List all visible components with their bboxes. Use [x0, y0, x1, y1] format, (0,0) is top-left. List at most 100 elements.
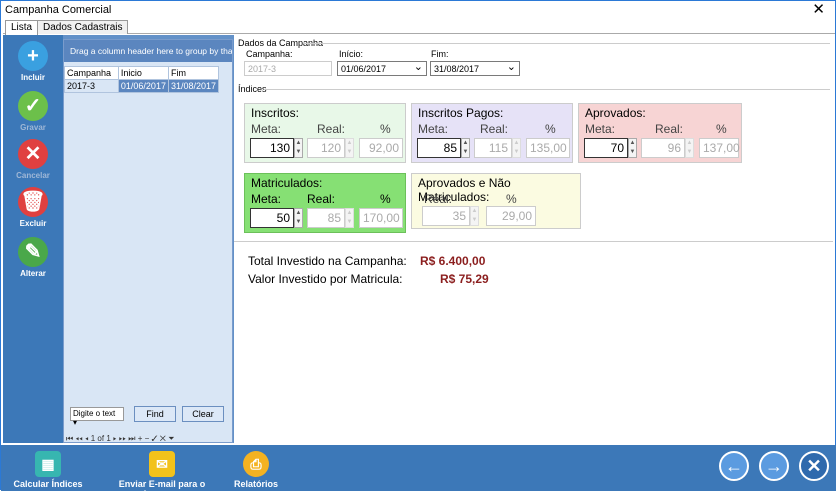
- gravar-label: Gravar: [20, 123, 46, 132]
- next-arrow-icon[interactable]: →: [759, 451, 789, 481]
- cell-campanha[interactable]: 2017-3: [64, 79, 119, 93]
- group-panel[interactable]: Drag a column header here to group by th…: [64, 40, 232, 62]
- excluir-button[interactable]: 🗑 Excluir: [3, 187, 63, 228]
- tab-strip: Lista Dados Cadastrais: [3, 20, 835, 35]
- pagos-real-label: Real:: [480, 122, 509, 136]
- cancelar-button[interactable]: ✕ Cancelar: [3, 139, 63, 180]
- campaign-grid: Drag a column header here to group by th…: [63, 39, 233, 443]
- aprovados-title: Aprovados:: [585, 106, 646, 120]
- clear-button[interactable]: Clear: [182, 406, 224, 422]
- window-title: Campanha Comercial: [5, 4, 112, 16]
- matriculados-real-label: Real:: [307, 192, 336, 206]
- enviar-email-button[interactable]: ✉ Enviar E-mail para o Assessor: [103, 451, 221, 499]
- col-fim[interactable]: Fim: [167, 66, 220, 80]
- aprovados-pct-label: %: [716, 122, 727, 136]
- pagos-pct-field: 135,00: [526, 138, 570, 158]
- tab-dados-cadastrais[interactable]: Dados Cadastrais: [37, 20, 129, 34]
- inscritos-pct-label: %: [380, 122, 391, 136]
- calcular-label: Calcular Índices: [13, 479, 83, 489]
- nao-matriculados-pct-label: %: [506, 192, 517, 206]
- aprovados-meta-spinner[interactable]: ▲ ▼: [628, 138, 637, 158]
- previous-arrow-icon[interactable]: ←: [719, 451, 749, 481]
- col-inicio[interactable]: Inicio: [117, 66, 169, 80]
- aprovados-real-spinner: ▲ ▼: [685, 138, 694, 158]
- main-body: + Incluir ✓ Gravar ✕ Cancelar 🗑 Excluir …: [3, 35, 833, 443]
- inscritos-meta-spinner[interactable]: ▲ ▼: [294, 138, 303, 158]
- pagos-meta-spinner[interactable]: ▲ ▼: [461, 138, 470, 158]
- matriculados-pct-label: %: [380, 192, 391, 206]
- bottom-toolbar: ▦ Calcular Índices ✉ Enviar E-mail para …: [1, 445, 836, 499]
- pagos-real-input: 115: [474, 138, 512, 158]
- alterar-button[interactable]: ✎ Alterar: [3, 237, 63, 278]
- valor-matricula-label: Valor Investido por Matricula:: [248, 272, 403, 286]
- inicio-date-field[interactable]: 01/06/2017: [337, 60, 427, 76]
- aprovados-pct-field: 137,00: [699, 138, 740, 158]
- left-toolbar: + Incluir ✓ Gravar ✕ Cancelar 🗑 Excluir …: [3, 35, 63, 443]
- nao-matriculados-real-spinner: ▲ ▼: [470, 206, 479, 226]
- aprovados-meta-label: Meta:: [585, 122, 616, 136]
- printer-icon: ⎙: [243, 451, 269, 477]
- inscritos-pct-field: 92,00: [359, 138, 403, 158]
- pagos-meta-input[interactable]: 85: [417, 138, 461, 158]
- campanha-field[interactable]: 2017-3: [244, 61, 332, 76]
- matriculados-real-spinner: ▲ ▼: [345, 208, 354, 228]
- calcular-indices-button[interactable]: ▦ Calcular Índices: [5, 451, 91, 489]
- pagos-box: Inscritos Pagos: Meta: Real: % 85 ▲ ▼ 115…: [411, 103, 573, 163]
- total-invest-label: Total Investido na Campanha:: [248, 254, 407, 268]
- cell-fim[interactable]: 31/08/2017: [167, 79, 220, 93]
- table-row[interactable]: 2017-3 01/06/2017 31/08/2017: [64, 79, 220, 93]
- nao-matriculados-pct-field: 29,00: [486, 206, 536, 226]
- relatorios-button[interactable]: ⎙ Relatórios: [229, 451, 283, 489]
- inscritos-box: Inscritos: Meta: Real: % 130 ▲ ▼ 120 ▲ ▼ 9…: [244, 103, 406, 163]
- cancelar-label: Cancelar: [16, 171, 50, 180]
- incluir-button[interactable]: + Incluir: [3, 41, 63, 82]
- search-select[interactable]: Digite o text ▾: [70, 407, 124, 427]
- campanha-label: Campanha:: [246, 49, 293, 59]
- pagos-meta-label: Meta:: [418, 122, 449, 136]
- close-circle-icon[interactable]: ✕: [799, 451, 829, 481]
- find-button[interactable]: Find: [134, 406, 176, 422]
- alterar-label: Alterar: [20, 269, 46, 278]
- inscritos-real-label: Real:: [317, 122, 346, 136]
- matriculados-meta-label: Meta:: [251, 192, 282, 206]
- matriculados-meta-spinner[interactable]: ▲ ▼: [294, 208, 303, 228]
- check-icon: ✓: [18, 91, 48, 121]
- tab-lista[interactable]: Lista: [5, 20, 39, 35]
- nao-matriculados-box: Aprovados e Não Matriculados: Real: % 35…: [411, 173, 581, 229]
- total-invest-value: R$ 6.400,00: [420, 254, 486, 268]
- search-placeholder: Digite o text: [73, 409, 116, 418]
- col-campanha[interactable]: Campanha: [64, 66, 119, 80]
- aprovados-meta-input[interactable]: 70: [584, 138, 628, 158]
- relatorios-label: Relatórios: [233, 479, 278, 489]
- aprovados-box: Aprovados: Meta: Real: % 70 ▲ ▼ 96 ▲ ▼ 137…: [578, 103, 742, 163]
- pagos-pct-label: %: [545, 122, 556, 136]
- inscritos-meta-input[interactable]: 130: [250, 138, 294, 158]
- valor-matricula-value: R$ 75,29: [440, 272, 489, 286]
- calculator-icon: ▦: [35, 451, 61, 477]
- envelope-icon: ✉: [149, 451, 175, 477]
- main-window: Campanha Comercial ✕ Lista Dados Cadastr…: [0, 0, 836, 499]
- matriculados-meta-input[interactable]: 50: [250, 208, 294, 228]
- incluir-label: Incluir: [20, 73, 45, 82]
- email-label: Enviar E-mail para o Assessor: [118, 479, 206, 499]
- inscritos-real-input: 120: [307, 138, 345, 158]
- pencil-icon: ✎: [18, 237, 48, 267]
- inicio-label: Início:: [339, 49, 364, 59]
- matriculados-box: Matriculados: Meta: Real: % 50 ▲ ▼ 85 ▲ ▼ …: [244, 173, 406, 233]
- inscritos-title: Inscritos:: [251, 106, 300, 120]
- cell-inicio[interactable]: 01/06/2017: [117, 79, 169, 93]
- gravar-button[interactable]: ✓ Gravar: [3, 91, 63, 132]
- indices-group-title: Índices: [238, 84, 267, 94]
- pager-label: 1 of 1: [90, 434, 111, 443]
- matriculados-title: Matriculados:: [251, 176, 323, 190]
- pagos-title: Inscritos Pagos:: [418, 106, 504, 120]
- nao-matriculados-real-input: 35: [422, 206, 470, 226]
- close-window-icon[interactable]: ✕: [812, 1, 825, 19]
- matriculados-pct-field: 170,00: [359, 208, 403, 228]
- pagos-real-spinner: ▲ ▼: [512, 138, 521, 158]
- fim-date-field[interactable]: 31/08/2017: [430, 60, 520, 76]
- trash-icon: 🗑: [18, 187, 48, 217]
- fim-label: Fim:: [431, 49, 449, 59]
- excluir-label: Excluir: [19, 219, 47, 228]
- nao-matriculados-real-label: Real:: [424, 192, 453, 206]
